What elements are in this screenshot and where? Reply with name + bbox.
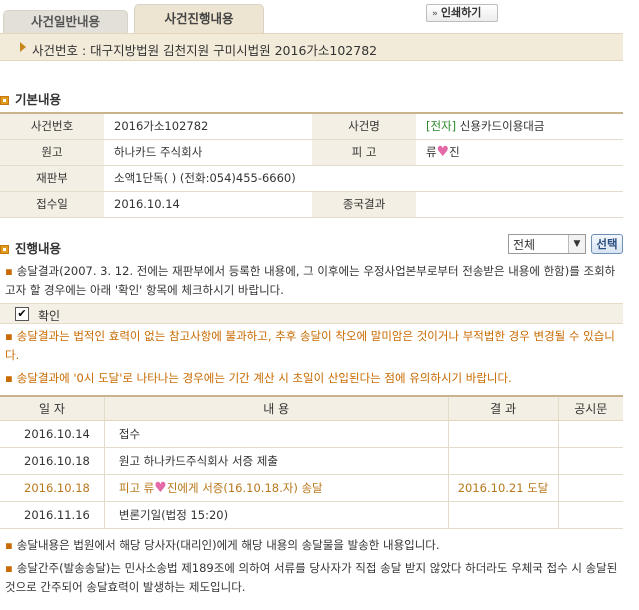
bullet-icon: ▪ (5, 264, 13, 278)
case-name-label: 사건명 (312, 113, 416, 140)
table-row: 2016.10.18 원고 하나카드주식회사 서증 제출 (0, 447, 623, 475)
confirm-checkbox[interactable]: ✔ (15, 307, 29, 321)
row-content: 접수 (103, 420, 449, 448)
table-row: 2016.11.16 변론기일(법정 15:20) (0, 501, 623, 529)
court-division-value: 소액1단독( ) (전화:054)455-6660) (104, 165, 623, 192)
tab-general[interactable]: 사건일반내용 (3, 10, 128, 34)
defendant-value: 류♥진 (416, 139, 623, 166)
progress-title: 진행내용 (0, 238, 61, 257)
table-row: 사건번호 2016가소102782 사건명 [전자] 신용카드이용대금 (0, 113, 623, 140)
col-notice: 공시문 (557, 396, 623, 421)
row-result: 2016.10.21 도달 (447, 474, 559, 502)
basic-info-title: 기본내용 (0, 89, 61, 108)
bullet-icon: ▪ (5, 561, 13, 575)
basic-info-title-text: 기본내용 (15, 92, 62, 107)
table-row: 2016.10.14 접수 (0, 420, 623, 448)
progress-title-text: 진행내용 (15, 241, 62, 256)
confirm-row: ✔ 확인 (0, 303, 623, 324)
case-name-text: 신용카드이용대금 (459, 119, 545, 134)
row-result (447, 447, 559, 475)
basic-info-table: 사건번호 2016가소102782 사건명 [전자] 신용카드이용대금 원고 하… (0, 112, 623, 218)
col-date: 일 자 (0, 396, 105, 421)
filing-date-label: 접수일 (0, 191, 104, 218)
defendant-label: 피 고 (312, 139, 416, 166)
row-date: 2016.11.16 (0, 501, 105, 529)
progress-filter-select[interactable]: 전체 ▼ (508, 234, 586, 254)
row-date: 2016.10.18 (0, 447, 105, 475)
plaintiff-label: 원고 (0, 139, 104, 166)
tab-progress[interactable]: 사건진행내용 (134, 4, 264, 34)
final-result-value (416, 191, 623, 218)
case-number-bar: 사건번호 : 대구지방법원 김천지원 구미시법원 2016가소102782 (0, 33, 623, 61)
case-name-value: [전자] 신용카드이용대금 (416, 113, 623, 140)
section-bullet-icon (0, 245, 9, 254)
row-result (447, 420, 559, 448)
print-button[interactable]: » 인쇄하기 (426, 4, 498, 22)
row-date: 2016.10.14 (0, 420, 105, 448)
heart-redaction-icon: ♥ (154, 479, 167, 496)
legal-effect-note: ▪ 송달결과는 법적인 효력이 없는 참고사항에 불과하고, 추후 송달이 착오에… (5, 327, 620, 365)
row-date: 2016.10.18 (0, 474, 105, 502)
case-number-label: 사건번호 (0, 113, 104, 140)
legal-effect-note-text: 송달결과는 법적인 효력이 없는 참고사항에 불과하고, 추후 송달이 착오에 … (5, 329, 615, 362)
delivery-result-note: ▪ 송달결과(2007. 3. 12. 전에는 재판부에서 등록한 내용에, 그 … (5, 262, 620, 300)
row-content-post: 진에게 서증(16.10.18.자) 송달 (166, 480, 323, 495)
bullet-icon: ▪ (5, 371, 13, 385)
table-row: 재판부 소액1단독( ) (전화:054)455-6660) (0, 165, 623, 192)
filter-selected-value: 전체 (513, 238, 536, 252)
row-notice (557, 447, 623, 475)
row-notice (557, 501, 623, 529)
double-chevron-icon: » (432, 9, 438, 19)
bullet-icon: ▪ (5, 538, 13, 552)
bullet-icon: ▪ (5, 329, 13, 343)
section-bullet-icon (0, 96, 9, 105)
row-notice (557, 474, 623, 502)
table-row: 접수일 2016.10.14 종국결과 (0, 191, 623, 218)
final-result-label: 종국결과 (312, 191, 416, 218)
case-number-value: 2016가소102782 (104, 113, 312, 140)
row-content: 피고 류♥진에게 서증(16.10.18.자) 송달 (103, 474, 449, 502)
table-header-row: 일 자 내 용 결 과 공시문 (0, 396, 623, 421)
chevron-down-icon: ▼ (568, 235, 585, 253)
court-division-label: 재판부 (0, 165, 104, 192)
defendant-name-post: 진 (449, 145, 460, 159)
footer-note-text: 송달내용은 법원에서 해당 당사자(대리인)에게 해당 내용의 송달물을 발송한… (16, 538, 440, 552)
defendant-name-pre: 류 (426, 145, 437, 159)
electronic-tag: [전자] (426, 119, 457, 134)
footer-note: ▪ 송달간주(발송송달)는 민사소송법 제189조에 의하여 서류를 당사자가 직… (5, 559, 623, 597)
col-content: 내 용 (103, 396, 449, 421)
progress-table: 일 자 내 용 결 과 공시문 2016.10.14 접수 2016.10.18… (0, 395, 623, 529)
row-content: 변론기일(법정 15:20) (103, 501, 449, 529)
col-result: 결 과 (447, 396, 559, 421)
confirm-label: 확인 (38, 309, 61, 323)
tab-bar: 사건일반내용 사건진행내용 » 인쇄하기 (0, 0, 639, 34)
plaintiff-value: 하나카드 주식회사 (104, 139, 312, 166)
footer-note-text: 송달간주(발송송달)는 민사소송법 제189조에 의하여 서류를 당사자가 직접… (5, 561, 618, 594)
row-notice (557, 420, 623, 448)
triangle-bullet-icon (20, 42, 26, 52)
row-content-pre: 피고 류 (118, 480, 155, 495)
row-content: 원고 하나카드주식회사 서증 제출 (103, 447, 449, 475)
row-result (447, 501, 559, 529)
table-row: 2016.10.18 피고 류♥진에게 서증(16.10.18.자) 송달 20… (0, 474, 623, 502)
print-button-label: 인쇄하기 (440, 6, 482, 19)
table-row: 원고 하나카드 주식회사 피 고 류♥진 (0, 139, 623, 166)
filing-date-value: 2016.10.14 (104, 191, 312, 218)
zero-hour-note-text: 송달결과에 '0시 도달'로 나타나는 경우에는 기간 계산 시 초일이 산입된… (16, 371, 512, 385)
heart-redaction-icon: ♥ (436, 144, 450, 160)
case-number-text: 사건번호 : 대구지방법원 김천지원 구미시법원 2016가소102782 (32, 43, 378, 58)
zero-hour-note: ▪ 송달결과에 '0시 도달'로 나타나는 경우에는 기간 계산 시 초일이 산입… (5, 369, 620, 388)
delivery-result-note-text: 송달결과(2007. 3. 12. 전에는 재판부에서 등록한 내용에, 그 이… (5, 264, 616, 297)
footer-notes: ▪ 송달내용은 법원에서 해당 당사자(대리인)에게 해당 내용의 송달물을 발송… (5, 536, 623, 601)
footer-note: ▪ 송달내용은 법원에서 해당 당사자(대리인)에게 해당 내용의 송달물을 발송… (5, 536, 623, 555)
select-button[interactable]: 선택 (591, 234, 623, 254)
